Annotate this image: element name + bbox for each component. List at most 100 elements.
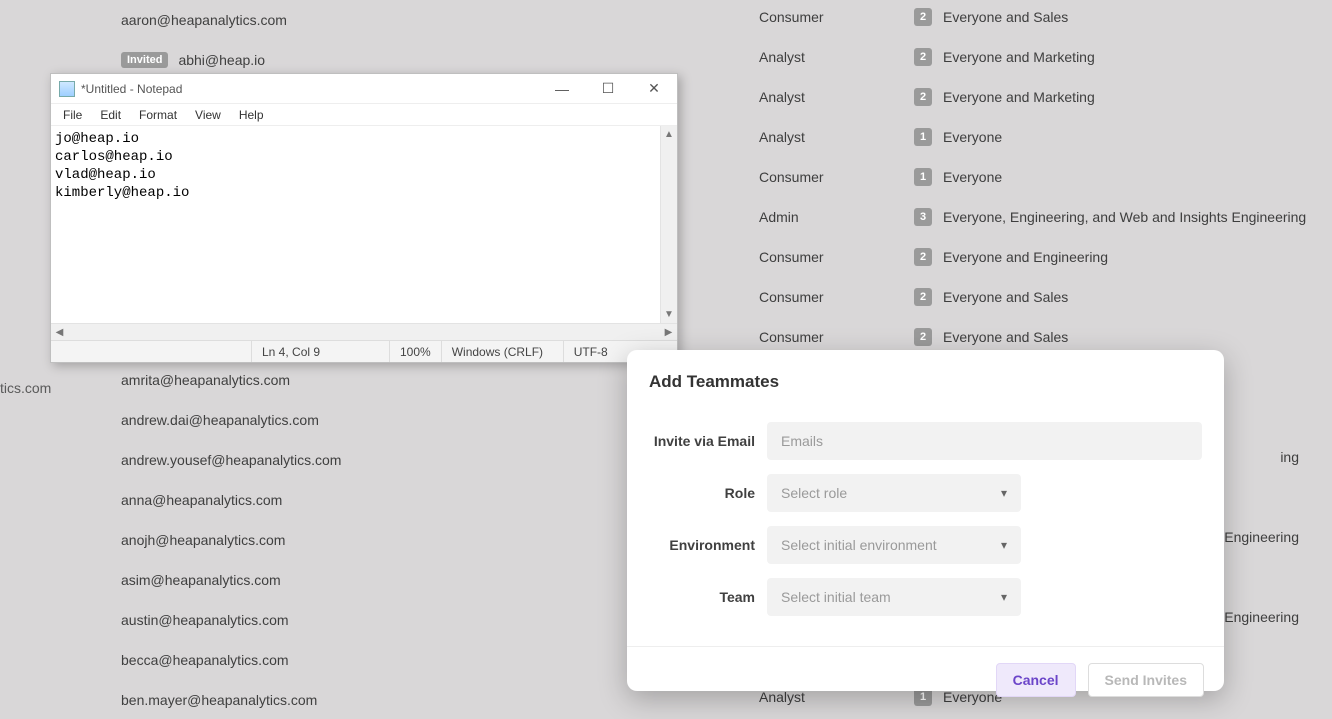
menu-file[interactable]: File (55, 106, 90, 124)
horizontal-scrollbar[interactable]: ◀ ▶ (51, 323, 677, 340)
email-cell: abhi@heap.io (178, 52, 265, 68)
team-count-badge: 2 (914, 88, 932, 106)
label-role: Role (649, 485, 767, 501)
dialog-footer: Cancel Send Invites (627, 646, 1224, 717)
role-cell: Analyst (759, 49, 914, 65)
scroll-right-icon[interactable]: ▶ (660, 327, 677, 338)
table-row: Consumer2 Everyone and Sales (759, 0, 1319, 37)
table-row: Analyst2 Everyone and Marketing (759, 37, 1319, 77)
chevron-down-icon: ▾ (1001, 538, 1007, 552)
table-row: andrew.dai@heapanalytics.com (121, 400, 561, 440)
label-environment: Environment (649, 537, 767, 553)
teams-cell: Everyone and Sales (943, 329, 1068, 345)
teams-cell: Everyone and Sales (943, 289, 1068, 305)
email-cell: anna@heapanalytics.com (121, 492, 282, 508)
menu-help[interactable]: Help (231, 106, 272, 124)
email-cell: aaron@heapanalytics.com (121, 12, 287, 28)
team-count-badge: 1 (914, 168, 932, 186)
notepad-icon (59, 81, 75, 97)
role-cell: Analyst (759, 129, 914, 145)
teams-cell: Everyone (943, 169, 1002, 185)
editor-body: jo@heap.io carlos@heap.io vlad@heap.io k… (51, 126, 677, 323)
role-cell: Consumer (759, 329, 914, 345)
teams-cell: Everyone and Marketing (943, 89, 1095, 105)
team-count-badge: 2 (914, 328, 932, 346)
table-row: aaron@heapanalytics.com (121, 0, 561, 40)
role-cell: Consumer (759, 9, 914, 25)
label-invite-email: Invite via Email (649, 433, 767, 449)
vertical-scrollbar[interactable]: ▲ ▼ (660, 126, 677, 323)
email-cell: ben.mayer@heapanalytics.com (121, 692, 317, 708)
status-lncol: Ln 4, Col 9 (251, 341, 389, 362)
invited-badge: Invited (121, 52, 168, 68)
role-cell: Admin (759, 209, 914, 225)
teams-cell: ing (1280, 449, 1299, 465)
role-select[interactable]: Select role ▾ (767, 474, 1021, 512)
role-cell: Consumer (759, 249, 914, 265)
dialog-title: Add Teammates (627, 350, 1224, 402)
table-row: Consumer2 Everyone and Engineering (759, 237, 1319, 277)
table-row: Admin3Everyone, Engineering, and Web and… (759, 197, 1319, 237)
email-cell: andrew.yousef@heapanalytics.com (121, 452, 341, 468)
table-row: asim@heapanalytics.com (121, 560, 561, 600)
menu-edit[interactable]: Edit (92, 106, 129, 124)
emails-input[interactable] (767, 422, 1202, 460)
table-row: Analyst1 Everyone (759, 117, 1319, 157)
team-count-badge: 3 (914, 208, 932, 226)
titlebar[interactable]: *Untitled - Notepad — ☐ ✕ (51, 74, 677, 104)
email-cell: amrita@heapanalytics.com (121, 372, 290, 388)
teams-cell: Everyone (943, 129, 1002, 145)
email-cell: asim@heapanalytics.com (121, 572, 281, 588)
team-count-badge: 2 (914, 288, 932, 306)
menu-bar: File Edit Format View Help (51, 104, 677, 126)
menu-format[interactable]: Format (131, 106, 185, 124)
close-button[interactable]: ✕ (631, 74, 677, 104)
scroll-up-icon[interactable]: ▲ (661, 126, 677, 143)
minimize-button[interactable]: — (539, 74, 585, 104)
menu-view[interactable]: View (187, 106, 229, 124)
role-cell: Consumer (759, 169, 914, 185)
scroll-left-icon[interactable]: ◀ (51, 327, 68, 338)
chevron-down-icon: ▾ (1001, 486, 1007, 500)
scroll-down-icon[interactable]: ▼ (661, 306, 677, 323)
table-row: anna@heapanalytics.com (121, 480, 561, 520)
table-row: Analyst2 Everyone and Marketing (759, 77, 1319, 117)
teams-cell: Everyone and Engineering (943, 249, 1108, 265)
team-count-badge: 1 (914, 128, 932, 146)
team-count-badge: 2 (914, 48, 932, 66)
env-placeholder: Select initial environment (781, 537, 937, 553)
window-title: *Untitled - Notepad (81, 82, 539, 96)
teams-cell: Everyone and Marketing (943, 49, 1095, 65)
team-select[interactable]: Select initial team ▾ (767, 578, 1021, 616)
email-cell: austin@heapanalytics.com (121, 612, 289, 628)
role-cell: Analyst (759, 89, 914, 105)
table-row: amrita@heapanalytics.com (121, 360, 561, 400)
label-team: Team (649, 589, 767, 605)
table-row: becca@heapanalytics.com (121, 640, 561, 680)
team-count-badge: 2 (914, 8, 932, 26)
partial-label: tics.com (0, 380, 51, 396)
status-eol: Windows (CRLF) (441, 341, 563, 362)
status-zoom: 100% (389, 341, 441, 362)
email-cell: anojh@heapanalytics.com (121, 532, 285, 548)
environment-select[interactable]: Select initial environment ▾ (767, 526, 1021, 564)
notepad-window[interactable]: *Untitled - Notepad — ☐ ✕ File Edit Form… (50, 73, 678, 363)
table-row: Consumer1 Everyone (759, 157, 1319, 197)
text-area[interactable]: jo@heap.io carlos@heap.io vlad@heap.io k… (51, 126, 660, 323)
cancel-button[interactable]: Cancel (996, 663, 1076, 697)
team-count-badge: 2 (914, 248, 932, 266)
teams-cell: Everyone and Sales (943, 9, 1068, 25)
email-cell: becca@heapanalytics.com (121, 652, 289, 668)
table-row: andrew.yousef@heapanalytics.com (121, 440, 561, 480)
send-invites-button[interactable]: Send Invites (1088, 663, 1204, 697)
role-cell: Consumer (759, 289, 914, 305)
role-placeholder: Select role (781, 485, 847, 501)
team-placeholder: Select initial team (781, 589, 891, 605)
table-row: Consumer2 Everyone and Sales (759, 277, 1319, 317)
table-row: ben.mayer@heapanalytics.com (121, 680, 561, 719)
chevron-down-icon: ▾ (1001, 590, 1007, 604)
table-row: anojh@heapanalytics.com (121, 520, 561, 560)
email-cell: andrew.dai@heapanalytics.com (121, 412, 319, 428)
maximize-button[interactable]: ☐ (585, 74, 631, 104)
add-teammates-dialog: Add Teammates Invite via Email Role Sele… (627, 350, 1224, 691)
